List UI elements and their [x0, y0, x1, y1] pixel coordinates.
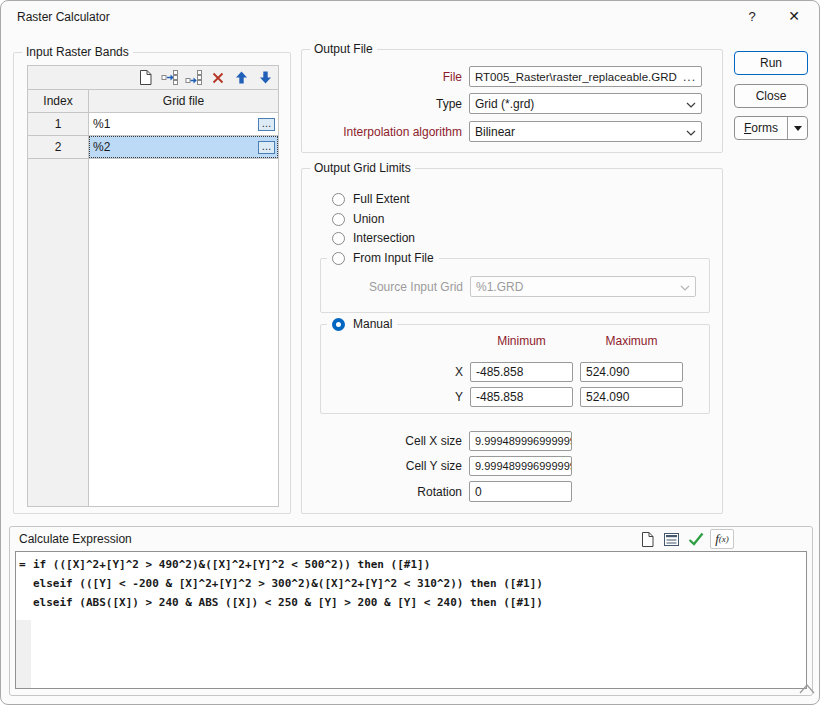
resize-grip[interactable]: [798, 682, 816, 698]
bands-toolbar: [27, 65, 279, 89]
y-max-input[interactable]: 524.090: [580, 387, 683, 407]
expression-code[interactable]: if (([X]^2+[Y]^2 > 490^2)&([X]^2+[Y]^2 <…: [33, 555, 543, 612]
manual-group: Manual Minimum Maximum X -485.858 524.09…: [320, 324, 710, 414]
window-title: Raster Calculator: [17, 10, 110, 24]
cell-x-size-label: Cell X size: [312, 434, 462, 448]
chevron-down-icon: [686, 97, 696, 111]
help-button[interactable]: ?: [743, 9, 761, 24]
radio-label: Full Extent: [353, 192, 410, 206]
bands-table-empty-area: [28, 159, 278, 506]
cell-y-size-label: Cell Y size: [312, 459, 462, 473]
y-axis-label: Y: [431, 390, 463, 404]
radio-icon[interactable]: [332, 213, 345, 226]
append-band-icon[interactable]: [183, 68, 204, 88]
calculate-expression-panel: Calculate Expression f(x) = if (([X]^2+[…: [9, 526, 813, 696]
grid-file-value: %2: [93, 140, 110, 154]
grid-file-value: %1: [93, 117, 110, 131]
calculate-expression-title: Calculate Expression: [19, 532, 132, 546]
source-input-grid-combobox: %1.GRD: [470, 276, 696, 297]
radio-union[interactable]: Union: [332, 212, 384, 226]
move-up-icon[interactable]: [231, 68, 252, 88]
rotation-input[interactable]: 0: [469, 481, 572, 502]
radio-label: Intersection: [353, 231, 415, 245]
file-label: File: [312, 70, 462, 84]
output-file-input[interactable]: RT005_Raster\raster_replaceable.GRD ...: [469, 66, 702, 87]
move-down-icon[interactable]: [255, 68, 276, 88]
radio-icon[interactable]: [332, 252, 345, 265]
delete-band-icon[interactable]: [207, 68, 228, 88]
bands-table: Index Grid file 1 %1 … 2 %2 …: [27, 89, 279, 507]
dropdown-arrow-icon: [794, 126, 802, 131]
radio-full-extent[interactable]: Full Extent: [332, 192, 410, 206]
expression-editor[interactable]: = if (([X]^2+[Y]^2 > 490^2)&([X]^2+[Y]^2…: [15, 551, 807, 689]
radio-selected-icon[interactable]: [332, 318, 345, 331]
x-min-input[interactable]: -485.858: [470, 362, 573, 382]
close-button[interactable]: ✕: [784, 8, 804, 24]
run-button[interactable]: Run: [734, 51, 808, 75]
radio-label: From Input File: [353, 251, 434, 265]
radio-from-input-file[interactable]: From Input File: [327, 251, 439, 265]
output-grid-limits-group: Output Grid Limits Full Extent Union Int…: [301, 168, 723, 514]
rotation-label: Rotation: [312, 485, 462, 499]
output-file-value: RT005_Raster\raster_replaceable.GRD: [475, 71, 677, 83]
forms-dropdown-button[interactable]: [788, 117, 807, 139]
raster-calculator-dialog: Raster Calculator ? ✕ Input Raster Bands: [0, 0, 820, 705]
y-min-input[interactable]: -485.858: [470, 387, 573, 407]
table-row-selected[interactable]: 2 %2 …: [28, 136, 278, 159]
output-grid-limits-title: Output Grid Limits: [310, 161, 415, 176]
grid-file-column-header: Grid file: [89, 90, 278, 112]
bands-table-header: Index Grid file: [28, 90, 278, 113]
cell-x-size-input[interactable]: 9.999489996999999: [469, 431, 572, 451]
input-raster-bands-title: Input Raster Bands: [22, 45, 133, 60]
expression-toolbar: f(x): [638, 529, 734, 549]
row-index: 2: [28, 136, 89, 158]
radio-icon[interactable]: [332, 193, 345, 206]
new-file-icon[interactable]: [135, 68, 156, 88]
interpolation-value: Bilinear: [475, 125, 515, 139]
from-input-file-group: From Input File Source Input Grid %1.GRD: [320, 258, 710, 313]
radio-label: Manual: [353, 317, 392, 331]
type-combobox[interactable]: Grid (*.grd): [469, 93, 702, 114]
radio-intersection[interactable]: Intersection: [332, 231, 415, 245]
output-file-title: Output File: [310, 42, 377, 57]
cell-y-size-input[interactable]: 9.999489996999999: [469, 456, 572, 476]
type-label: Type: [312, 97, 462, 111]
index-column-header: Index: [28, 90, 89, 112]
type-value: Grid (*.grd): [475, 97, 534, 111]
row-grid-file[interactable]: %1 …: [89, 113, 278, 135]
source-input-grid-label: Source Input Grid: [323, 280, 463, 294]
output-file-group: Output File File RT005_Raster\raster_rep…: [301, 49, 723, 153]
forms-button[interactable]: Forms: [734, 116, 808, 140]
expression-gutter: [16, 620, 31, 688]
input-raster-bands-group: Input Raster Bands: [13, 52, 291, 514]
row-index: 1: [28, 113, 89, 135]
expression-list-icon[interactable]: [662, 530, 681, 549]
insert-band-icon[interactable]: [159, 68, 180, 88]
radio-label: Union: [353, 212, 384, 226]
x-axis-label: X: [431, 365, 463, 379]
forms-label: Forms: [744, 121, 778, 135]
new-expression-icon[interactable]: [638, 530, 657, 549]
source-input-grid-value: %1.GRD: [476, 280, 523, 294]
x-max-input[interactable]: 524.090: [580, 362, 683, 382]
function-fx-icon[interactable]: f(x): [710, 529, 734, 549]
row-grid-file[interactable]: %2 …: [89, 136, 278, 158]
browse-button[interactable]: …: [258, 118, 275, 131]
maximum-header: Maximum: [580, 334, 683, 348]
radio-manual[interactable]: Manual: [327, 317, 397, 331]
minimum-header: Minimum: [470, 334, 573, 348]
chevron-down-icon: [686, 125, 696, 139]
validate-check-icon[interactable]: [686, 530, 705, 549]
radio-icon[interactable]: [332, 232, 345, 245]
expression-prefix: =: [19, 555, 26, 574]
browse-button[interactable]: …: [258, 141, 275, 154]
close-action-button[interactable]: Close: [734, 84, 808, 108]
interpolation-combobox[interactable]: Bilinear: [469, 121, 702, 142]
table-row[interactable]: 1 %1 …: [28, 113, 278, 136]
chevron-down-icon: [680, 280, 690, 294]
file-browse-button[interactable]: ...: [683, 70, 696, 84]
interpolation-label: Interpolation algorithm: [312, 125, 462, 139]
